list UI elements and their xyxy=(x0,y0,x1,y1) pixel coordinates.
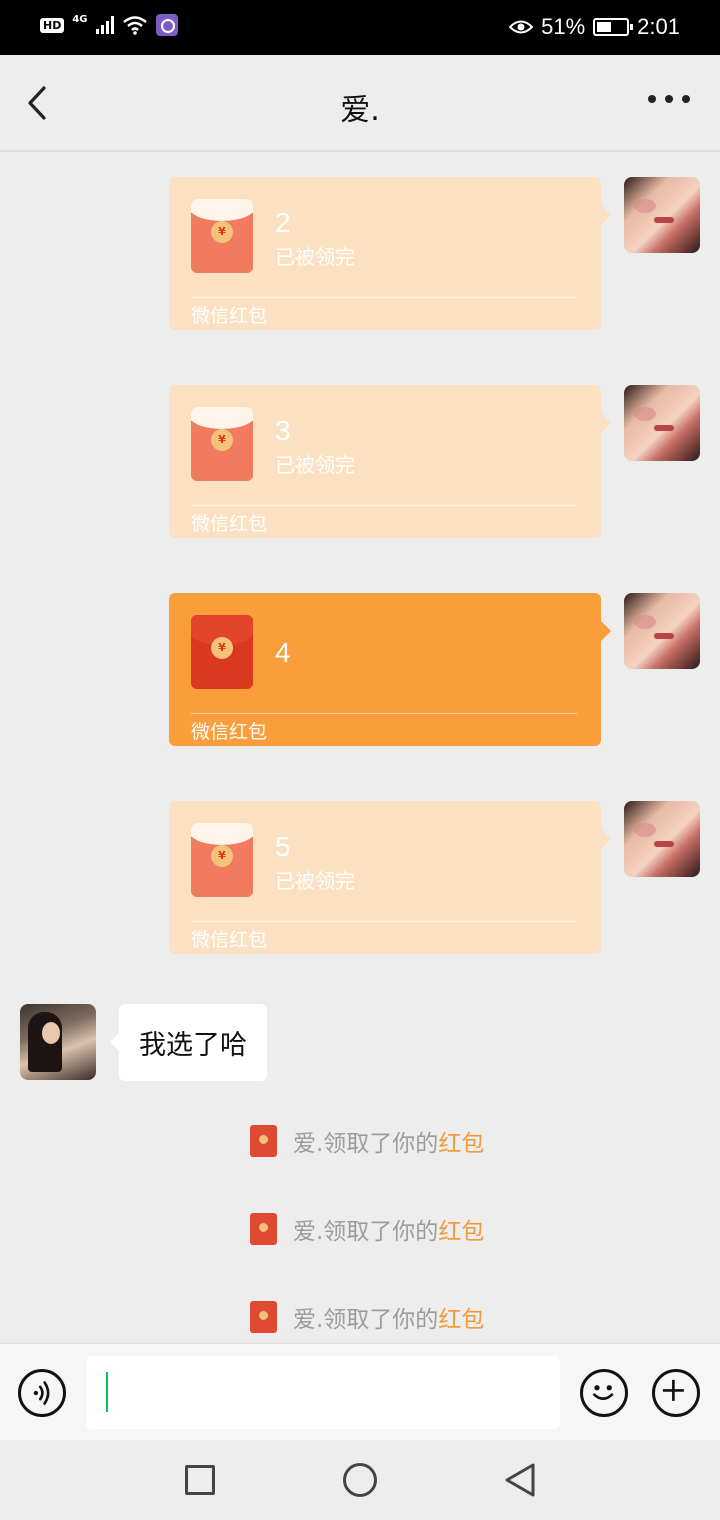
chat-header: 爱. xyxy=(0,55,720,152)
red-packet-divider xyxy=(191,297,577,298)
my-avatar[interactable] xyxy=(624,385,700,461)
message-text: 我选了哈 xyxy=(139,1030,247,1061)
red-envelope-icon: ¥ xyxy=(191,823,253,897)
red-envelope-icon xyxy=(250,1301,277,1333)
bubble-tail xyxy=(601,829,611,849)
status-bar: HD 4G 51% 2:01 xyxy=(0,0,720,55)
bubble-tail xyxy=(601,413,611,433)
text-caret xyxy=(106,1372,108,1412)
my-avatar[interactable] xyxy=(624,593,700,669)
battery-percent: 51% xyxy=(541,14,586,39)
red-packet-divider xyxy=(191,713,577,714)
status-right: 51% 2:01 xyxy=(509,14,680,40)
hd-badge: HD xyxy=(40,17,65,33)
system-notice: 爱.领取了你的红包 xyxy=(250,1124,484,1158)
nav-back-icon[interactable] xyxy=(503,1462,539,1498)
my-avatar[interactable] xyxy=(624,177,700,253)
red-packet-divider xyxy=(191,921,577,922)
wifi-icon xyxy=(122,16,147,35)
text-message-bubble[interactable]: 我选了哈 xyxy=(110,1004,267,1081)
notice-text: 爱.领取了你的 xyxy=(293,1307,439,1333)
signal-icon xyxy=(95,16,114,34)
red-packet-status: 已被领完 xyxy=(275,245,355,269)
red-packet-message[interactable]: ¥ 5 已被领完 微信红包 xyxy=(169,801,611,954)
add-more-icon[interactable] xyxy=(652,1369,700,1417)
red-envelope-icon xyxy=(250,1125,277,1157)
red-packet-status: 已被领完 xyxy=(275,869,355,893)
message-input[interactable] xyxy=(86,1356,560,1429)
emoji-icon[interactable] xyxy=(580,1369,628,1417)
home-icon[interactable] xyxy=(343,1463,377,1497)
contact-avatar[interactable] xyxy=(20,1004,96,1080)
red-packet-label: 微信红包 xyxy=(191,513,268,535)
network-type: 4G xyxy=(72,13,88,25)
notice-text: 爱.领取了你的 xyxy=(293,1219,439,1245)
red-packet-title: 5 xyxy=(275,831,291,862)
system-notice: 爱.领取了你的红包 xyxy=(250,1300,484,1334)
chat-title: 爱. xyxy=(340,93,380,128)
system-notice: 爱.领取了你的红包 xyxy=(250,1212,484,1246)
system-nav-bar xyxy=(0,1440,720,1520)
bubble-tail xyxy=(601,621,611,641)
red-envelope-icon: ¥ xyxy=(191,615,253,689)
red-packet-divider xyxy=(191,505,577,506)
red-packet-message[interactable]: ¥ 2 已被领完 微信红包 xyxy=(169,177,611,330)
red-packet-label: 微信红包 xyxy=(191,929,268,951)
clock: 2:01 xyxy=(637,14,680,39)
battery-fill xyxy=(597,22,612,32)
red-packet-link[interactable]: 红包 xyxy=(438,1131,484,1157)
notice-text: 爱.领取了你的 xyxy=(293,1131,439,1157)
vpn-app-icon xyxy=(155,14,178,36)
bubble-tail xyxy=(110,1033,119,1051)
red-packet-title: 4 xyxy=(275,637,291,668)
input-bar xyxy=(0,1343,720,1440)
red-envelope-icon: ¥ xyxy=(191,199,253,273)
red-envelope-icon: ¥ xyxy=(191,407,253,481)
red-packet-label: 微信红包 xyxy=(191,721,268,743)
voice-input-icon[interactable] xyxy=(18,1369,66,1417)
bubble-tail xyxy=(601,205,611,225)
red-packet-message[interactable]: ¥ 3 已被领完 微信红包 xyxy=(169,385,611,538)
more-options-icon[interactable] xyxy=(648,95,690,103)
eye-icon xyxy=(509,20,534,34)
red-packet-label: 微信红包 xyxy=(191,305,268,327)
red-packet-title: 2 xyxy=(275,207,291,238)
red-packet-link[interactable]: 红包 xyxy=(438,1219,484,1245)
red-packet-link[interactable]: 红包 xyxy=(438,1307,484,1333)
red-packet-title: 3 xyxy=(275,415,291,446)
recent-apps-icon[interactable] xyxy=(185,1465,215,1495)
my-avatar[interactable] xyxy=(624,801,700,877)
red-packet-message[interactable]: ¥ 4 微信红包 xyxy=(169,593,611,746)
status-left: HD 4G xyxy=(40,14,178,36)
battery-icon xyxy=(593,18,634,36)
red-envelope-icon xyxy=(250,1213,277,1245)
red-packet-status: 已被领完 xyxy=(275,453,355,477)
